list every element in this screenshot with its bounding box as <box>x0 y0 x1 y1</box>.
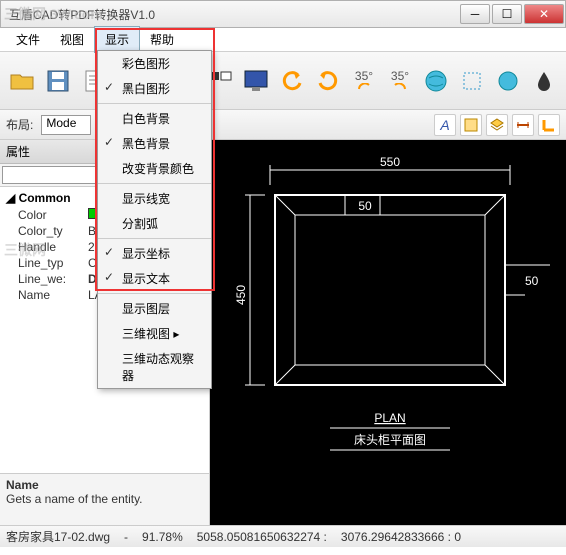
rotate-left-icon[interactable]: 35° <box>348 65 380 97</box>
selection-icon[interactable] <box>456 65 488 97</box>
dropdown-white-bg[interactable]: 白色背景 <box>98 106 211 131</box>
layers-icon[interactable] <box>486 114 508 136</box>
minimize-button[interactable]: ─ <box>460 4 490 24</box>
menubar: 文件 视图 显示 帮助 <box>0 28 566 52</box>
layout-toolbar: 布局: Mode A <box>0 110 566 140</box>
dropdown-show-text[interactable]: ✓显示文本 <box>98 266 211 291</box>
dropdown-3d-view[interactable]: 三维视图 ▸ <box>98 321 211 346</box>
check-icon: ✓ <box>104 135 114 149</box>
dropdown-show-coords[interactable]: ✓显示坐标 <box>98 241 211 266</box>
status-zoom: 91.78% <box>142 530 183 544</box>
svg-text:50: 50 <box>358 199 372 213</box>
watermark: 三微网 3W.com <box>4 4 103 24</box>
redo-icon[interactable] <box>312 65 344 97</box>
check-icon: ✓ <box>104 270 114 284</box>
ink-drop-icon[interactable] <box>528 65 560 97</box>
dropdown-show-layers[interactable]: 显示图层 <box>98 296 211 321</box>
svg-text:PLAN: PLAN <box>374 411 405 425</box>
menu-view[interactable]: 视图 <box>50 27 94 52</box>
main-toolbar: 35° 35° <box>0 52 566 110</box>
dropdown-black-bg[interactable]: ✓黑色背景 <box>98 131 211 156</box>
open-folder-icon[interactable] <box>6 65 38 97</box>
watermark2: 三微网 <box>4 240 46 260</box>
window-controls: ─ ☐ ✕ <box>459 2 565 26</box>
layout-select[interactable]: Mode <box>41 115 91 135</box>
monitor-icon[interactable] <box>240 65 272 97</box>
dropdown-change-bg-color[interactable]: 改变背景颜色 <box>98 156 211 181</box>
dropdown-3d-orbit[interactable]: 三维动态观察器 <box>98 346 211 388</box>
menu-file[interactable]: 文件 <box>6 27 50 52</box>
cad-drawing: 550 450 50 50 PLAN 床头柜平面图 <box>210 140 566 525</box>
svg-text:550: 550 <box>380 155 400 169</box>
maximize-button[interactable]: ☐ <box>492 4 522 24</box>
status-sep: - <box>124 530 128 544</box>
status-coord2: 3076.29642833666 : 0 <box>341 530 461 544</box>
svg-text:450: 450 <box>234 285 248 305</box>
text-a-icon[interactable]: A <box>434 114 456 136</box>
display-dropdown: 彩色图形 ✓黑白图形 白色背景 ✓黑色背景 改变背景颜色 显示线宽 分割弧 ✓显… <box>97 50 212 389</box>
statusbar: 客房家具17-02.dwg - 91.78% 5058.050816506322… <box>0 525 566 547</box>
dropdown-bw-graphics[interactable]: ✓黑白图形 <box>98 76 211 101</box>
hint-box: Name Gets a name of the entity. <box>0 473 209 525</box>
undo-icon[interactable] <box>276 65 308 97</box>
hint-title: Name <box>6 478 203 492</box>
status-file: 客房家具17-02.dwg <box>6 528 110 545</box>
status-coord1: 5058.05081650632274 : <box>197 530 327 544</box>
menu-display[interactable]: 显示 <box>94 26 140 53</box>
angle-icon[interactable] <box>538 114 560 136</box>
save-icon[interactable] <box>42 65 74 97</box>
svg-text:床头柜平面图: 床头柜平面图 <box>354 433 426 447</box>
dropdown-split-arc[interactable]: 分割弧 <box>98 211 211 236</box>
close-button[interactable]: ✕ <box>524 4 564 24</box>
notes-icon[interactable] <box>460 114 482 136</box>
check-icon: ✓ <box>104 245 114 259</box>
globe-icon[interactable] <box>420 65 452 97</box>
circle-icon[interactable] <box>492 65 524 97</box>
dropdown-show-lineweight[interactable]: 显示线宽 <box>98 186 211 211</box>
menu-help[interactable]: 帮助 <box>140 27 184 52</box>
hint-text: Gets a name of the entity. <box>6 492 203 506</box>
layout-label: 布局: <box>6 116 33 133</box>
rotate-right-icon[interactable]: 35° <box>384 65 416 97</box>
check-icon: ✓ <box>104 80 114 94</box>
dropdown-color-graphics[interactable]: 彩色图形 <box>98 51 211 76</box>
dimension-icon[interactable] <box>512 114 534 136</box>
main-area: 属性 ✕ ◢ Common Color Color_tyBy Handle27 … <box>0 140 566 525</box>
svg-text:50: 50 <box>525 274 539 288</box>
drawing-canvas[interactable]: 550 450 50 50 PLAN 床头柜平面图 <box>210 140 566 525</box>
